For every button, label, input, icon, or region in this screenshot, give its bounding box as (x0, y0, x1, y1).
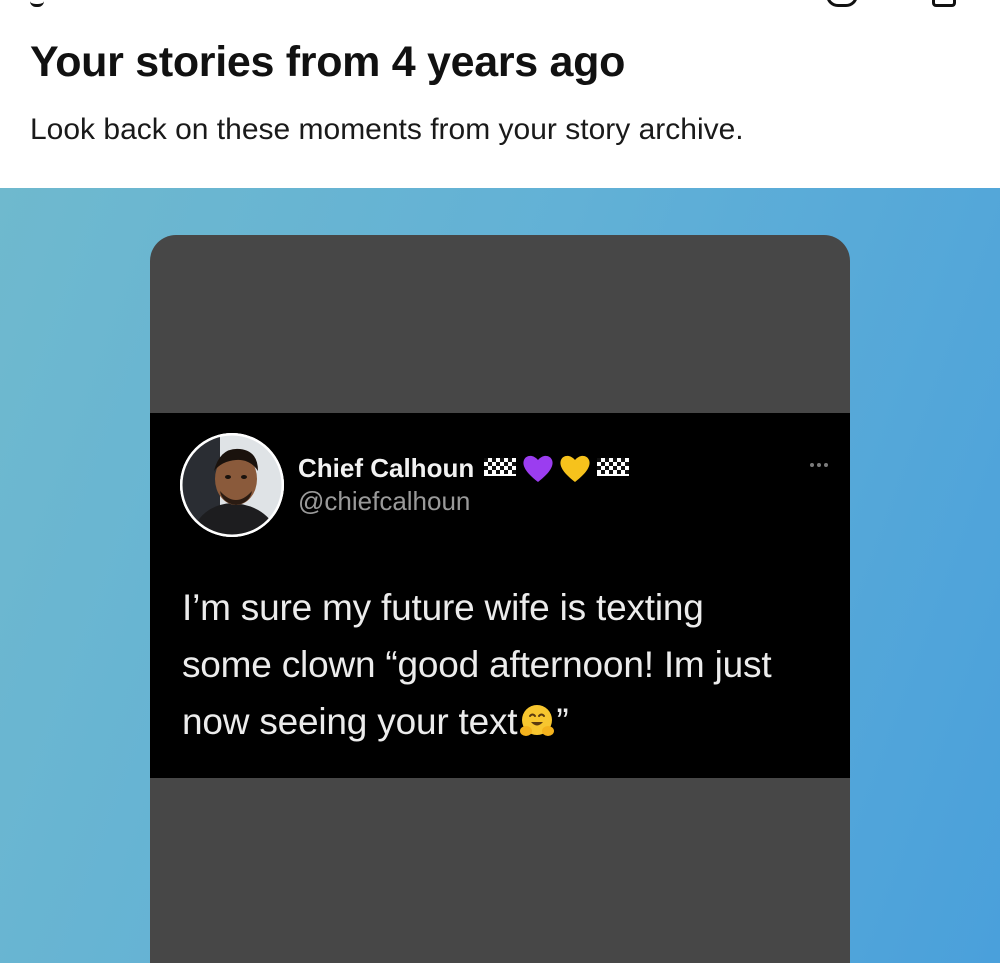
checkered-flag-icon (484, 458, 517, 476)
tweet-author-name: Chief Calhoun (298, 453, 475, 483)
page-subtitle: Look back on these moments from your sto… (30, 113, 744, 146)
back-icon[interactable] (30, 0, 44, 7)
tweet-text: I’m sure my future wife is texting some … (182, 579, 832, 750)
story-card[interactable]: Chief Calhoun @chiefcalhoun I’m sure my … (150, 235, 850, 963)
tweet-text-end: ” (556, 701, 569, 742)
tweet-author-handle: @chiefcalhoun (298, 486, 471, 516)
story-preview-area[interactable]: Chief Calhoun @chiefcalhoun I’m sure my … (0, 188, 1000, 963)
purple-heart-icon (523, 455, 553, 482)
tweet-author-row: Chief Calhoun (298, 451, 631, 485)
settings-icon[interactable] (826, 0, 858, 7)
tweet-text-line: some clown “good afternoon! Im just (182, 644, 772, 685)
page-title: Your stories from 4 years ago (30, 38, 626, 86)
more-dots-icon (810, 463, 828, 467)
tweet-text-line-last: now seeing your text ” (182, 693, 832, 750)
tweet-text-line: now seeing your text (182, 701, 518, 742)
share-icon[interactable] (932, 0, 956, 7)
top-bar-cutoff (0, 0, 1000, 14)
yellow-heart-icon (560, 455, 590, 482)
tweet-screenshot: Chief Calhoun @chiefcalhoun I’m sure my … (150, 413, 850, 778)
hugging-face-icon (520, 705, 555, 736)
tweet-text-line: I’m sure my future wife is texting (182, 587, 704, 628)
memories-screen: Your stories from 4 years ago Look back … (0, 0, 1000, 963)
name-emojis (482, 452, 631, 484)
avatar (180, 433, 284, 537)
memories-header: Your stories from 4 years ago Look back … (30, 36, 970, 150)
checkered-flag-icon (597, 458, 630, 476)
